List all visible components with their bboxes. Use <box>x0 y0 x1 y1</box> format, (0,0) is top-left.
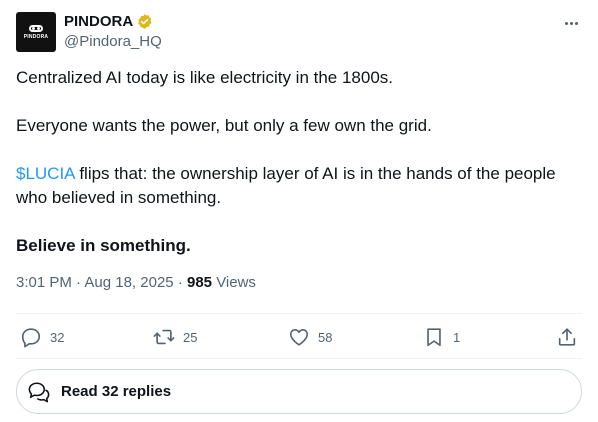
repost-icon <box>153 329 175 345</box>
meta-separator: · <box>177 274 183 291</box>
bookmark-count: 1 <box>453 329 461 345</box>
share-icon <box>558 328 576 346</box>
post-text: Centralized AI today is like electricity… <box>16 66 582 258</box>
author-display-name[interactable]: PINDORA <box>64 13 133 30</box>
heart-icon <box>289 329 309 346</box>
read-replies-label: Read 32 replies <box>61 383 172 400</box>
share-button[interactable] <box>556 326 578 348</box>
repost-button[interactable]: 25 <box>153 326 197 348</box>
post-paragraph-4: Believe in something. <box>16 236 191 255</box>
post-time[interactable]: 3:01 PM <box>16 274 72 291</box>
avatar-logo-text: PINDORA <box>23 33 49 40</box>
views-label: Views <box>216 274 256 291</box>
action-bar: 32 25 58 1 <box>16 326 582 348</box>
conversation-icon <box>28 381 50 402</box>
cashtag-link[interactable]: $LUCIA <box>16 164 75 183</box>
more-options-icon[interactable] <box>560 12 582 34</box>
post-paragraph-3: $LUCIA flips that: the ownership layer o… <box>16 162 582 210</box>
like-button[interactable]: 58 <box>288 326 332 348</box>
author-handle[interactable]: @Pindora_HQ <box>64 33 162 50</box>
reply-button[interactable]: 32 <box>20 326 64 348</box>
post-header: PINDORA PINDORA @Pindora_HQ <box>16 12 582 54</box>
bookmark-icon <box>427 328 441 347</box>
divider <box>16 358 582 359</box>
views-count: 985 <box>186 274 213 291</box>
post-date[interactable]: Aug 18, 2025 <box>84 274 173 291</box>
meta-separator: · <box>76 274 82 291</box>
repost-count: 25 <box>183 329 198 345</box>
divider <box>16 313 582 314</box>
like-count: 58 <box>318 329 333 345</box>
bookmark-button[interactable]: 1 <box>423 326 460 348</box>
post-paragraph-3-text: flips that: the ownership layer of AI is… <box>16 164 556 207</box>
pindora-logo-icon <box>29 24 43 32</box>
read-replies-button[interactable]: Read 32 replies <box>16 369 582 414</box>
avatar[interactable]: PINDORA <box>16 12 56 52</box>
reply-icon <box>21 328 41 348</box>
verified-badge-icon[interactable] <box>136 13 153 30</box>
author-name-row: PINDORA <box>64 13 153 30</box>
reply-count: 32 <box>50 329 65 345</box>
post-paragraph-2: Everyone wants the power, but only a few… <box>16 116 432 135</box>
post-paragraph-1: Centralized AI today is like electricity… <box>16 68 394 87</box>
post-metadata: 3:01 PM · Aug 18, 2025 · 985 Views <box>16 274 256 291</box>
